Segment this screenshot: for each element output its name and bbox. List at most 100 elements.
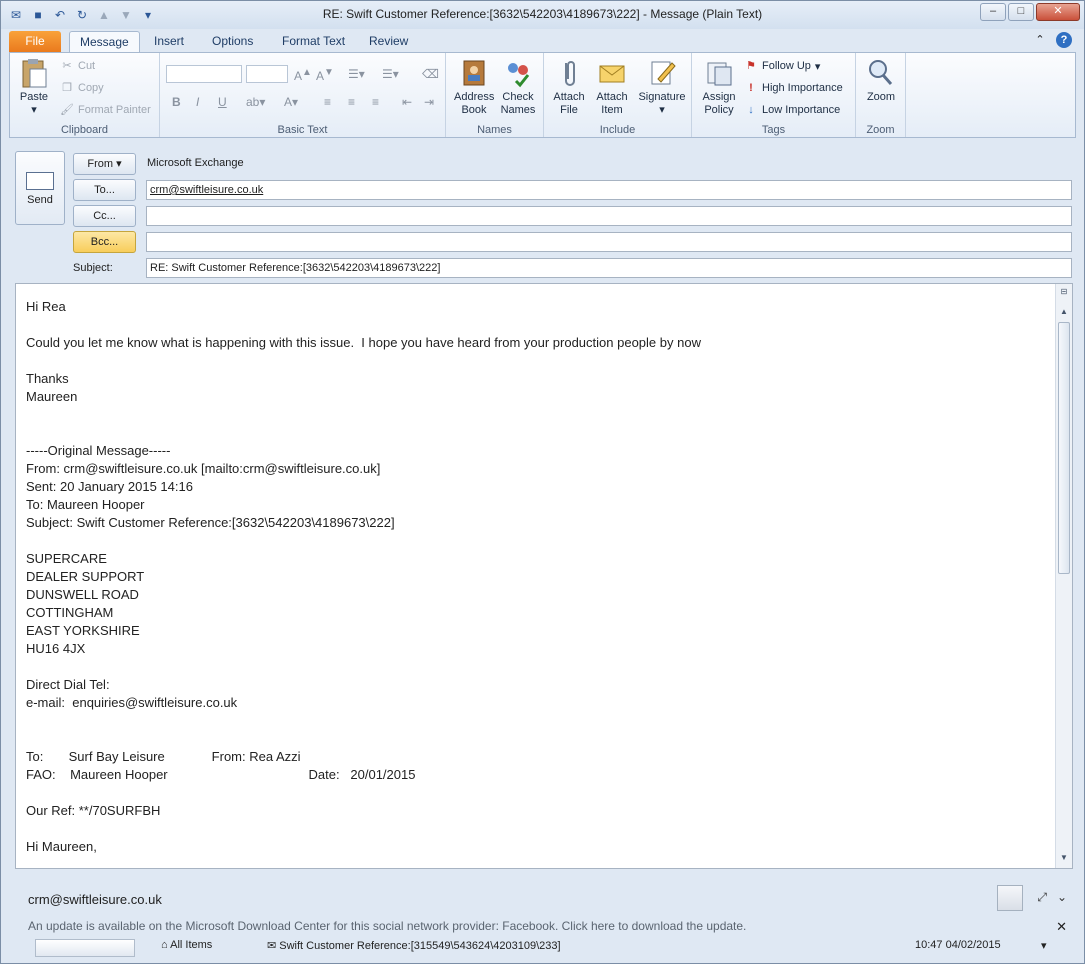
attach-file-button[interactable]: Attach File [550,57,588,117]
shrink-font-icon[interactable]: A▼ [316,67,334,83]
font-name-combo[interactable] [166,65,242,83]
paste-icon [22,59,47,88]
copy-button[interactable]: ❐ Copy [60,81,104,95]
close-icon[interactable]: ✕ [1056,919,1067,935]
expand-icon[interactable]: ⤢ [1037,890,1047,905]
mail-icon: ✉ [267,940,277,952]
update-notice[interactable]: An update is available on the Microsoft … [28,919,746,933]
message-body[interactable]: Hi Rea Could you let me know what is happ… [15,283,1073,869]
message-body-text[interactable]: Hi Rea Could you let me know what is happ… [26,298,701,856]
to-recipient[interactable]: crm@swiftleisure.co.uk [150,184,263,196]
cut-button[interactable]: ✂ Cut [60,59,95,73]
assign-policy-button[interactable]: Assign Policy [696,57,742,117]
split-icon[interactable]: ⊟ [1058,286,1070,298]
cc-button[interactable]: Cc... [73,205,136,227]
tags-group: Assign Policy ⚑ Follow Up ▾ ! High Importan… [692,53,856,137]
feed-dropdown-icon[interactable]: ▾ [1041,939,1047,952]
body-line [26,730,701,748]
from-value: Microsoft Exchange [147,157,244,169]
collapse-ribbon-icon[interactable]: ⌃ [1032,32,1048,48]
italic-icon[interactable]: I [196,95,199,109]
tab-insert[interactable]: Insert [144,31,194,53]
paste-button[interactable]: Paste ▾ [16,57,52,117]
clipboard-label: Clipboard [60,124,109,136]
decrease-indent-icon[interactable]: ⇤ [402,95,412,109]
from-button[interactable]: From ▾ [73,153,136,175]
font-size-combo[interactable] [246,65,288,83]
attach-item-button[interactable]: Attach Item [592,57,632,117]
bullets-icon[interactable]: ☰▾ [348,67,365,81]
body-line [26,658,701,676]
avatar[interactable] [997,885,1023,911]
signature-button[interactable]: Signature ▾ [636,57,688,117]
check-names-icon [508,63,530,88]
close-button[interactable]: ✕ [1036,3,1080,21]
tab-review[interactable]: Review [359,31,418,53]
body-line [26,352,701,370]
feed-item[interactable]: ✉ Swift Customer Reference:[315549\54362… [267,939,561,952]
increase-indent-icon[interactable]: ⇥ [424,95,434,109]
people-pane-sender: crm@swiftleisure.co.uk [28,892,162,907]
address-book-button[interactable]: Address Book [452,57,496,117]
body-line [26,784,701,802]
paperclip-icon [565,61,575,86]
chevron-down-icon[interactable]: ⌄ [1057,890,1067,905]
feed-nav-button[interactable] [35,939,135,957]
include-label: Include [599,124,636,136]
cc-field[interactable] [146,206,1072,226]
tab-message[interactable]: Message [69,31,140,53]
names-label: Names [477,124,512,136]
zoom-button[interactable]: Zoom [862,57,900,104]
check-names-button[interactable]: Check Names [498,57,538,117]
names-group: Address Book Check Names Names [446,53,544,137]
minimize-button[interactable]: – [980,3,1006,21]
high-importance-button[interactable]: ! High Importance [744,81,843,95]
body-line: DEALER SUPPORT [26,569,145,584]
follow-up-button[interactable]: ⚑ Follow Up ▾ [744,59,820,73]
align-right-icon[interactable]: ≡ [372,95,379,109]
font-color-icon[interactable]: A▾ [284,95,298,109]
align-center-icon[interactable]: ≡ [348,95,355,109]
align-left-icon[interactable]: ≡ [324,95,331,109]
down-arrow-icon: ↓ [748,104,754,116]
window-title: RE: Swift Customer Reference:[3632\54220… [322,7,763,21]
body-line: EAST YORKSHIRE [26,623,140,638]
body-line: Could you let me know what is happening … [26,335,701,350]
body-line: COTTINGHAM [26,605,114,620]
subject-field[interactable]: RE: Swift Customer Reference:[3632\54220… [146,258,1072,278]
scissors-icon: ✂ [62,60,72,72]
highlight-icon[interactable]: ab▾ [246,95,265,109]
include-group: Attach File Attach Item Signature ▾ Inclu… [544,53,692,137]
tab-format-text[interactable]: Format Text [272,31,355,53]
scroll-thumb[interactable] [1058,322,1070,574]
grow-font-icon[interactable]: A▲ [294,67,312,83]
feed-filter[interactable]: ⌂ All Items [161,939,212,951]
to-field[interactable]: crm@swiftleisure.co.uk [146,180,1072,200]
numbering-icon[interactable]: ☰▾ [382,67,399,81]
maximize-button[interactable]: □ [1008,3,1034,21]
body-line: Hi Maureen, [26,839,97,854]
tab-file[interactable]: File [9,31,61,53]
scroll-down-icon[interactable]: ▼ [1058,852,1070,864]
bcc-button[interactable]: Bcc... [73,231,136,253]
low-importance-button[interactable]: ↓ Low Importance [744,103,840,117]
ribbon-tabs: File Message Insert Options Format Text … [1,29,1084,53]
body-line: Thanks [26,371,69,386]
format-painter-button[interactable]: 🖌 Format Painter [60,103,151,117]
signature-icon [651,61,676,85]
body-line: To: Maureen Hooper [26,497,145,512]
body-line: Subject: Swift Customer Reference:[3632\… [26,515,395,530]
basic-text-group: A▲ A▼ ☰▾ ☰▾ ⌫ B I U ab▾ A▾ ≡ ≡ ≡ ⇤ ⇥ Bas… [160,53,446,137]
clear-formatting-icon[interactable]: ⌫ [422,67,439,81]
send-button[interactable]: Send [15,151,65,225]
scroll-up-icon[interactable]: ▲ [1058,306,1070,318]
bcc-field[interactable] [146,232,1072,252]
help-icon[interactable]: ? [1056,32,1072,48]
to-button[interactable]: To... [73,179,136,201]
bold-icon[interactable]: B [172,95,181,109]
body-scrollbar[interactable]: ⊟ ▲ ▼ [1055,284,1072,868]
ribbon: Paste ▾ ✂ Cut ❐ Copy 🖌 Format Painter Clipbo… [9,52,1076,138]
body-line: Maureen [26,389,78,404]
underline-icon[interactable]: U [218,95,227,109]
tab-options[interactable]: Options [202,31,263,53]
